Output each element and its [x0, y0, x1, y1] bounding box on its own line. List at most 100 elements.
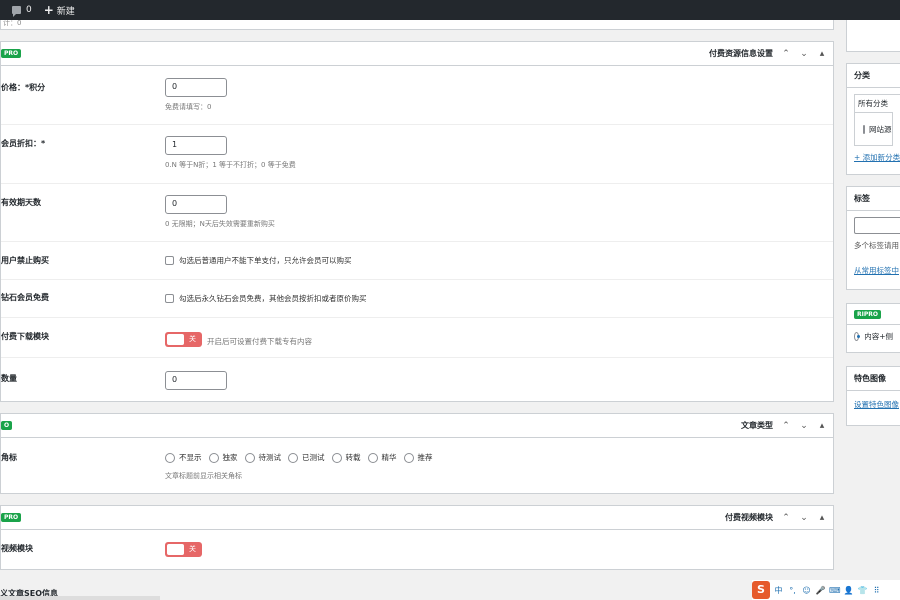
category-tab-all[interactable]: 所有分类: [854, 94, 900, 112]
move-down-icon[interactable]: ⌄: [799, 49, 809, 59]
top-fragment: 计：0: [0, 20, 834, 30]
radio-option[interactable]: 不显示: [165, 452, 202, 463]
tags-title[interactable]: 标签: [847, 187, 900, 211]
days-input[interactable]: 0: [165, 195, 227, 214]
ban-row: 用户禁止购买 勾选后普通用户不能下单支付，只允许会员可以购买: [1, 242, 833, 280]
microphone-icon[interactable]: 🎤: [815, 585, 826, 596]
box-title: 付费资源信息设置: [709, 49, 773, 58]
common-tags-link[interactable]: 从常用标签中: [854, 265, 899, 276]
layout-radio[interactable]: [854, 332, 860, 341]
paid-resource-header[interactable]: PRO 付费资源信息设置 ⌃ ⌄ ▴: [1, 42, 833, 66]
category-box: 分类 所有分类 网站源 + 添加新分类: [846, 63, 900, 175]
price-row: 价格：*积分 0 免费请填写：0: [1, 66, 833, 125]
paid-resource-box: PRO 付费资源信息设置 ⌃ ⌄ ▴ 价格：*积分 0 免费请填写：0 会员折扣…: [0, 41, 834, 402]
ripro-sidebar-header[interactable]: RIPRO: [847, 304, 900, 325]
discount-row: 会员折扣：* 1 0.N 等于N折；1 等于不打折；0 等于免费: [1, 125, 833, 184]
ripro-badge: PRO: [1, 49, 22, 58]
radio-option[interactable]: 独家: [208, 452, 238, 463]
grid-menu-icon[interactable]: ⠿: [871, 585, 882, 596]
category-checkbox[interactable]: [863, 124, 865, 134]
discount-label: 会员折扣：*: [1, 139, 46, 148]
window-tab-strip: [0, 596, 160, 600]
ripro-sidebar-box: RIPRO 内容+侧: [846, 303, 900, 353]
emoji-icon[interactable]: ☺: [801, 585, 812, 596]
corner-mark-hint: 文章标题前显示相关角标: [165, 472, 242, 480]
count-input[interactable]: 0: [165, 371, 227, 390]
keyboard-icon[interactable]: ⌨: [829, 585, 841, 596]
toggle-panel-icon[interactable]: ▴: [817, 49, 827, 59]
ban-checkbox[interactable]: 勾选后普通用户不能下单支付，只允许会员可以购买: [165, 255, 352, 266]
box-title: 文章类型: [741, 421, 773, 430]
checkbox-box[interactable]: [165, 294, 174, 303]
move-up-icon[interactable]: ⌃: [781, 513, 791, 523]
price-input[interactable]: 0: [165, 78, 227, 97]
checkbox-box[interactable]: [165, 256, 174, 265]
count-row: 数量 0: [1, 358, 833, 402]
add-category-link[interactable]: + 添加新分类: [854, 152, 900, 163]
days-hint: 0 无限期；N天后失效需要重新购买: [165, 220, 275, 228]
comment-icon: [12, 6, 21, 17]
radio-option[interactable]: 待测试: [244, 452, 281, 463]
paid-video-header[interactable]: PRO 付费视频模块 ⌃ ⌄ ▴: [1, 506, 833, 530]
radio-option[interactable]: 转载: [331, 452, 361, 463]
video-row: 视频模块 关: [1, 530, 833, 570]
post-type-box: O 文章类型 ⌃ ⌄ ▴ 角标 不显示 独家 待测试 已测试 转载 精华 推荐 …: [0, 413, 834, 494]
tag-input[interactable]: [854, 217, 900, 234]
sidebar-top-box: [846, 20, 900, 52]
ripro-badge: PRO: [1, 513, 22, 522]
days-label: 有效期天数: [1, 198, 41, 207]
diamond-row: 钻石会员免费 勾选后永久钻石会员免费，其他会员按折扣或者原价购买: [1, 280, 833, 318]
download-toggle[interactable]: 关: [165, 332, 202, 347]
system-tray: S 中 °, ☺ 🎤 ⌨ 👤 👕 ⠿: [752, 580, 900, 600]
post-type-header[interactable]: O 文章类型 ⌃ ⌄ ▴: [1, 414, 833, 438]
admin-bar: 0 + 新建: [0, 0, 900, 20]
category-list: 网站源: [854, 112, 893, 146]
set-featured-image-link[interactable]: 设置特色图像: [854, 400, 899, 409]
discount-hint: 0.N 等于N折；1 等于不打折；0 等于免费: [165, 161, 296, 169]
tags-box: 标签 多个标签请用 从常用标签中: [846, 186, 900, 290]
radio-option[interactable]: 精华: [367, 452, 397, 463]
punctuation-icon[interactable]: °,: [787, 585, 798, 596]
days-row: 有效期天数 0 0 无限期；N天后失效需要重新购买: [1, 184, 833, 242]
skin-icon[interactable]: 👕: [857, 585, 868, 596]
plus-icon: +: [43, 3, 54, 17]
diamond-checkbox[interactable]: 勾选后永久钻石会员免费，其他会员按折扣或者原价购买: [165, 293, 367, 304]
toggle-panel-icon[interactable]: ▴: [817, 421, 827, 431]
diamond-label: 钻石会员免费: [1, 293, 49, 302]
ime-chinese-icon[interactable]: 中: [773, 585, 784, 596]
download-label: 付费下载模块: [1, 332, 49, 341]
discount-input[interactable]: 1: [165, 136, 227, 155]
price-label: 价格：*积分: [1, 83, 46, 92]
move-up-icon[interactable]: ⌃: [781, 49, 791, 59]
category-title[interactable]: 分类: [847, 64, 900, 88]
box-title: 付费视频模块: [725, 513, 773, 522]
featured-image-box: 特色图像 设置特色图像: [846, 366, 900, 426]
download-hint: 开启后可设置付费下载专有内容: [207, 337, 312, 346]
ripro-badge: RIPRO: [854, 309, 881, 319]
video-toggle[interactable]: 关: [165, 542, 202, 557]
move-down-icon[interactable]: ⌄: [799, 513, 809, 523]
user-icon[interactable]: 👤: [843, 585, 854, 596]
radio-option[interactable]: 推荐: [403, 452, 433, 463]
new-content-item[interactable]: + 新建: [44, 3, 75, 17]
corner-mark-row: 角标 不显示 独家 待测试 已测试 转载 精华 推荐 文章标题前显示相关角标: [1, 438, 833, 494]
comments-count: 0: [26, 5, 32, 15]
price-hint: 免费请填写：0: [165, 103, 212, 111]
move-down-icon[interactable]: ⌄: [799, 421, 809, 431]
tags-hint: 多个标签请用: [854, 241, 899, 250]
move-up-icon[interactable]: ⌃: [781, 421, 791, 431]
comments-item[interactable]: 0: [12, 5, 32, 17]
download-row: 付费下载模块 关 开启后可设置付费下载专有内容: [1, 318, 833, 358]
radio-option[interactable]: 已测试: [288, 452, 325, 463]
featured-image-title[interactable]: 特色图像: [847, 367, 900, 391]
ripro-badge: O: [1, 421, 13, 430]
new-label: 新建: [56, 6, 75, 17]
video-label: 视频模块: [1, 544, 33, 553]
corner-mark-radios: 不显示 独家 待测试 已测试 转载 精华 推荐: [165, 452, 440, 463]
toggle-panel-icon[interactable]: ▴: [817, 513, 827, 523]
ime-logo-icon[interactable]: S: [752, 581, 770, 599]
paid-video-box: PRO 付费视频模块 ⌃ ⌄ ▴ 视频模块 关: [0, 505, 834, 570]
ban-label: 用户禁止购买: [1, 256, 49, 265]
corner-mark-label: 角标: [1, 453, 17, 462]
count-label: 数量: [1, 374, 17, 383]
